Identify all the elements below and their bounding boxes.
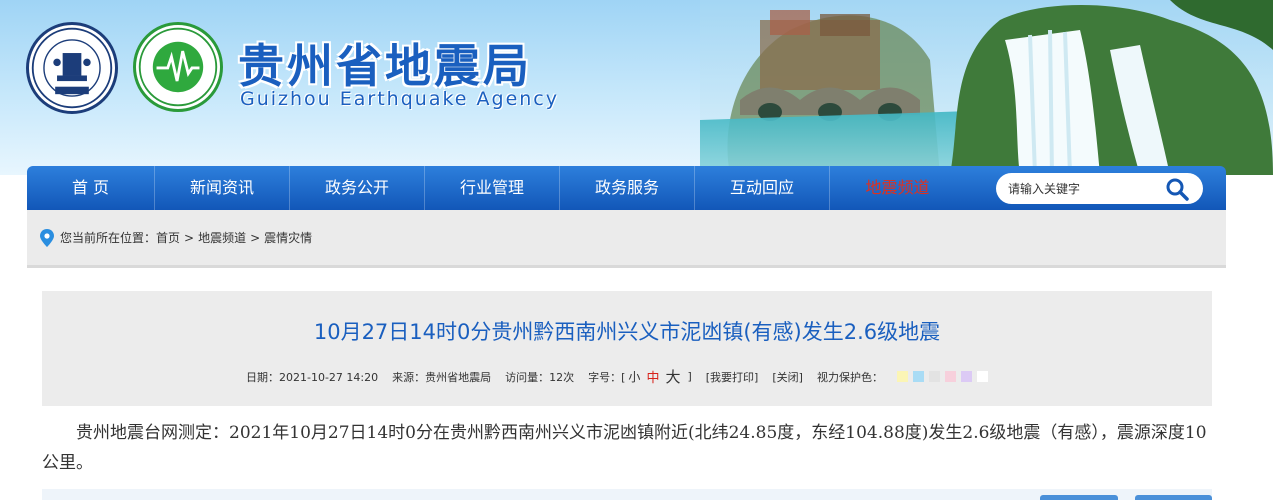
nav-item-earthquake-channel[interactable]: 地震频道 (830, 166, 965, 210)
article-header: 10月27日14时0分贵州黔西南州兴义市泥凼镇(有感)发生2.6级地震 日期：2… (42, 291, 1212, 406)
breadcrumb-separator: > (250, 230, 261, 245)
eye-care-swatch-yellow[interactable] (896, 371, 908, 382)
footer-button-right[interactable] (1135, 495, 1212, 500)
article-body: 贵州地震台网测定：2021年10月27日14时0分在贵州黔西南州兴义市泥凼镇附近… (42, 418, 1217, 478)
nav-item-interaction[interactable]: 互动回应 (695, 166, 830, 210)
eye-care-swatch-gray[interactable] (928, 371, 940, 382)
article-title: 10月27日14时0分贵州黔西南州兴义市泥凼镇(有感)发生2.6级地震 (313, 320, 941, 344)
article-source: 来源：贵州省地震局 (392, 370, 492, 384)
footer-button-left[interactable] (1040, 495, 1118, 500)
close-button[interactable]: [关闭] (772, 369, 803, 385)
nav-item-industry-management[interactable]: 行业管理 (425, 166, 560, 210)
site-subtitle: Guizhou Earthquake Agency (240, 88, 559, 110)
eye-care-swatch-purple[interactable] (960, 371, 972, 382)
site-header: 贵州省地震局 Guizhou Earthquake Agency (0, 0, 1273, 175)
breadcrumb-current[interactable]: 震情灾情 (264, 229, 312, 246)
article-date: 日期：2021-10-27 14:20 (246, 370, 379, 384)
font-size-large-button[interactable]: 大 (665, 366, 680, 387)
location-pin-icon (40, 228, 54, 247)
earthquake-administration-emblem-icon (26, 22, 118, 114)
font-size-label: 字号：[ (588, 370, 626, 384)
breadcrumb-earthquake-channel[interactable]: 地震频道 (198, 229, 246, 246)
article-meta: 日期：2021-10-27 14:20 来源：贵州省地震局 访问量：12次 字号… (246, 366, 993, 387)
header-scenery-image (700, 0, 1273, 175)
article-paragraph: 贵州地震台网测定：2021年10月27日14时0分在贵州黔西南州兴义市泥凼镇附近… (42, 423, 1207, 473)
search-box (996, 173, 1203, 204)
nav-item-government-affairs[interactable]: 政务公开 (290, 166, 425, 210)
eye-care-label: 视力保护色： (816, 370, 883, 384)
article-views: 访问量：12次 (505, 370, 575, 384)
nav-item-government-services[interactable]: 政务服务 (560, 166, 695, 210)
eye-care-swatch-blue[interactable] (912, 371, 924, 382)
breadcrumb-prefix: 您当前所在位置： (60, 231, 157, 245)
font-size-small-button[interactable]: 小 (628, 368, 640, 385)
eye-care-swatch-white[interactable] (976, 371, 988, 382)
breadcrumb-home[interactable]: 首页 (156, 229, 180, 246)
nav-item-home[interactable]: 首 页 (27, 166, 155, 210)
font-size-medium-button[interactable]: 中 (646, 367, 659, 386)
nav-item-news[interactable]: 新闻资讯 (155, 166, 290, 210)
guizhou-seal-icon (133, 22, 223, 112)
breadcrumb: 您当前所在位置： 首页 > 地震频道 > 震情灾情 (27, 210, 1226, 268)
search-icon[interactable] (1165, 177, 1189, 201)
main-nav: 首 页 新闻资讯 政务公开 行业管理 政务服务 互动回应 地震频道 (27, 166, 1226, 210)
print-button[interactable]: [我要打印] (706, 369, 759, 385)
eye-care-swatch-pink[interactable] (944, 371, 956, 382)
search-input[interactable] (1008, 179, 1158, 198)
site-title: 贵州省地震局 (238, 39, 532, 93)
font-size-close-bracket: ] (687, 370, 692, 383)
breadcrumb-separator: > (184, 230, 195, 245)
article-footer-bar (42, 489, 1212, 500)
